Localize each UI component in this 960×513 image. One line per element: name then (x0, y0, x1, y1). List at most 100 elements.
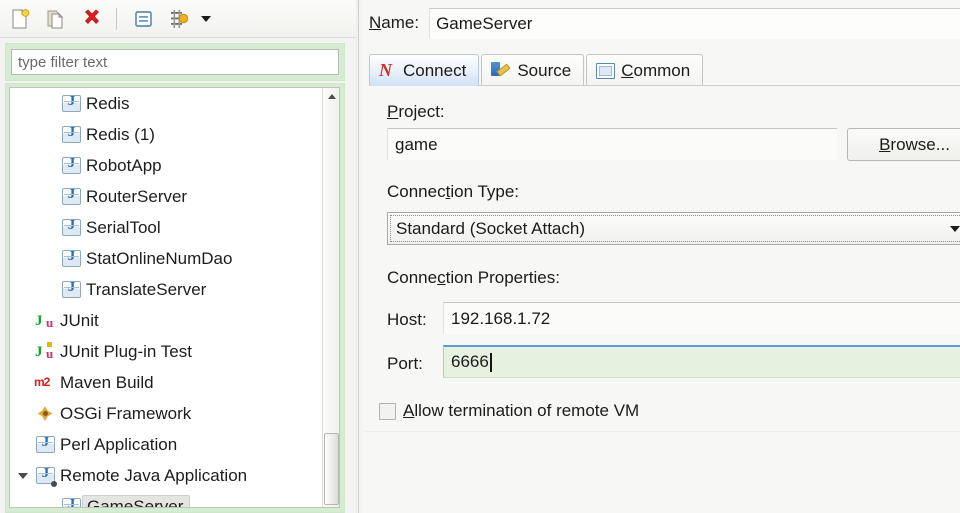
tree-scrollbar[interactable] (322, 88, 339, 507)
port-input-value: 6666 (451, 352, 489, 371)
filter-icon[interactable] (163, 3, 195, 35)
tree-item-label: Perl Application (60, 434, 178, 454)
tree-item-label: SerialTool (86, 217, 161, 237)
tree-item-label: RobotApp (86, 155, 162, 175)
scroll-up-arrow-icon[interactable] (323, 88, 339, 105)
tree-item-serialtool[interactable]: SerialTool (10, 212, 321, 243)
name-label: Name: (369, 13, 419, 33)
port-label: Port: (387, 354, 423, 373)
tree-item-statonlinenumdao[interactable]: StatOnlineNumDao (10, 243, 321, 274)
launch-configuration-dialog: Redis Redis (1) RobotApp RouterServer Serial… (0, 0, 960, 513)
tree-item-label: StatOnlineNumDao (86, 248, 233, 268)
tab-common-label: Common (621, 60, 691, 80)
tree-item-junit[interactable]: JJUnit (10, 305, 321, 336)
configuration-editor-panel: Name: GameServer Connect Source Common P… (365, 0, 960, 513)
new-launch-configuration-icon[interactable] (4, 3, 36, 35)
browse-button-label: Browse... (879, 134, 950, 154)
name-row: Name: GameServer (365, 6, 960, 40)
text-caret (489, 352, 492, 372)
tree-item-label: Remote Java Application (60, 465, 248, 485)
project-label: Project: (387, 102, 445, 121)
project-input[interactable]: game (387, 128, 837, 160)
connection-type-value: Standard (Socket Attach) (396, 218, 585, 238)
port-input[interactable]: 6666 (443, 345, 960, 378)
tab-connect-label: Connect (403, 60, 467, 80)
tab-common[interactable]: Common (586, 54, 704, 86)
tree-item-label: OSGi Framework (60, 403, 192, 423)
name-input-value: GameServer (436, 13, 533, 33)
tree-item-perl-application[interactable]: Perl Application (10, 429, 321, 460)
chevron-down-icon[interactable] (950, 225, 960, 232)
name-label-rest: ame: (381, 13, 420, 32)
tab-bar: Connect Source Common (369, 52, 960, 86)
toolbar-menu-chevron-down-icon[interactable] (197, 5, 215, 33)
chevron-down-icon[interactable] (14, 472, 32, 479)
connect-tab-form: Project: game Browse... Connection Type:… (365, 86, 960, 513)
tab-source[interactable]: Source (481, 54, 585, 86)
tree-item-gameserver[interactable]: GameServer (10, 491, 321, 507)
host-input-value: 192.168.1.72 (451, 308, 551, 328)
maven-icon: m2 (34, 374, 50, 389)
name-input[interactable]: GameServer (429, 7, 960, 39)
java-application-icon (58, 157, 84, 174)
tree-item-label: Redis (86, 93, 130, 113)
allow-termination-label: Allow termination of remote VM (403, 401, 640, 420)
tree-item-label: JUnit (60, 310, 99, 330)
remote-java-application-icon (32, 467, 58, 487)
junit-icon: J (32, 312, 58, 332)
remote-java-application-icon (58, 498, 84, 507)
duplicate-icon[interactable] (40, 3, 72, 35)
tree-item-label: Maven Build (60, 372, 154, 392)
form-divider (365, 431, 960, 432)
project-input-value: game (395, 134, 438, 154)
connection-properties-label: Connection Properties: (387, 268, 560, 287)
connect-icon (379, 60, 397, 81)
tree-item-label: GameServer (82, 494, 191, 507)
common-icon (596, 62, 616, 79)
tree-item-redis[interactable]: Redis (10, 88, 321, 119)
tree-item-label: Redis (1) (86, 124, 155, 144)
tree-item-translateserver[interactable]: TranslateServer (10, 274, 321, 305)
tab-connect[interactable]: Connect (369, 54, 480, 86)
host-input[interactable]: 192.168.1.72 (443, 302, 960, 334)
tree-item-robotapp[interactable]: RobotApp (10, 150, 321, 181)
tree-item-osgi-framework[interactable]: OSGi Framework (10, 398, 321, 429)
java-application-icon (58, 250, 84, 267)
source-icon (491, 61, 511, 80)
search-input[interactable] (11, 49, 339, 75)
launch-configuration-tree[interactable]: Redis Redis (1) RobotApp RouterServer Serial… (9, 87, 340, 508)
allow-termination-checkbox-row[interactable]: Allow termination of remote VM (379, 401, 639, 421)
tree-toolbar (0, 0, 356, 38)
scrollbar-thumb[interactable] (324, 433, 339, 505)
name-label-mnemonic: N (369, 13, 382, 32)
java-application-icon (32, 436, 58, 453)
tab-source-label: Source (517, 60, 572, 80)
host-label: Host: (387, 310, 427, 329)
tree-item-remote-java-application[interactable]: Remote Java Application (10, 460, 321, 491)
delete-icon[interactable] (76, 3, 108, 35)
panel-divider[interactable] (356, 0, 365, 513)
java-application-icon (58, 95, 84, 112)
java-application-icon (58, 281, 84, 298)
launch-configuration-tree-panel: Redis Redis (1) RobotApp RouterServer Serial… (0, 0, 356, 513)
tree-item-label: RouterServer (86, 186, 188, 206)
java-application-icon (58, 219, 84, 236)
tree-rows: Redis Redis (1) RobotApp RouterServer Serial… (10, 88, 321, 507)
allow-termination-checkbox[interactable] (379, 402, 396, 420)
java-application-icon (58, 126, 84, 143)
collapse-all-icon[interactable] (127, 3, 159, 35)
tree-item-redis-1[interactable]: Redis (1) (10, 119, 321, 150)
java-application-icon (58, 188, 84, 205)
tree-item-junit-plug-in-test[interactable]: JJUnit Plug-in Test (10, 336, 321, 367)
connection-type-select[interactable]: Standard (Socket Attach) (387, 212, 960, 245)
tree-item-routerserver[interactable]: RouterServer (10, 181, 321, 212)
connection-type-label: Connection Type: (387, 182, 520, 201)
osgi-icon (32, 405, 58, 422)
junit-plugin-icon: J (32, 341, 58, 363)
browse-button[interactable]: Browse... (847, 128, 960, 161)
tree-item-label: JUnit Plug-in Test (60, 341, 192, 361)
filter-container (5, 43, 345, 81)
tree-item-label: TranslateServer (86, 279, 207, 299)
tree-item-maven-build[interactable]: m2 Maven Build (10, 367, 321, 398)
toolbar-separator (116, 7, 117, 30)
